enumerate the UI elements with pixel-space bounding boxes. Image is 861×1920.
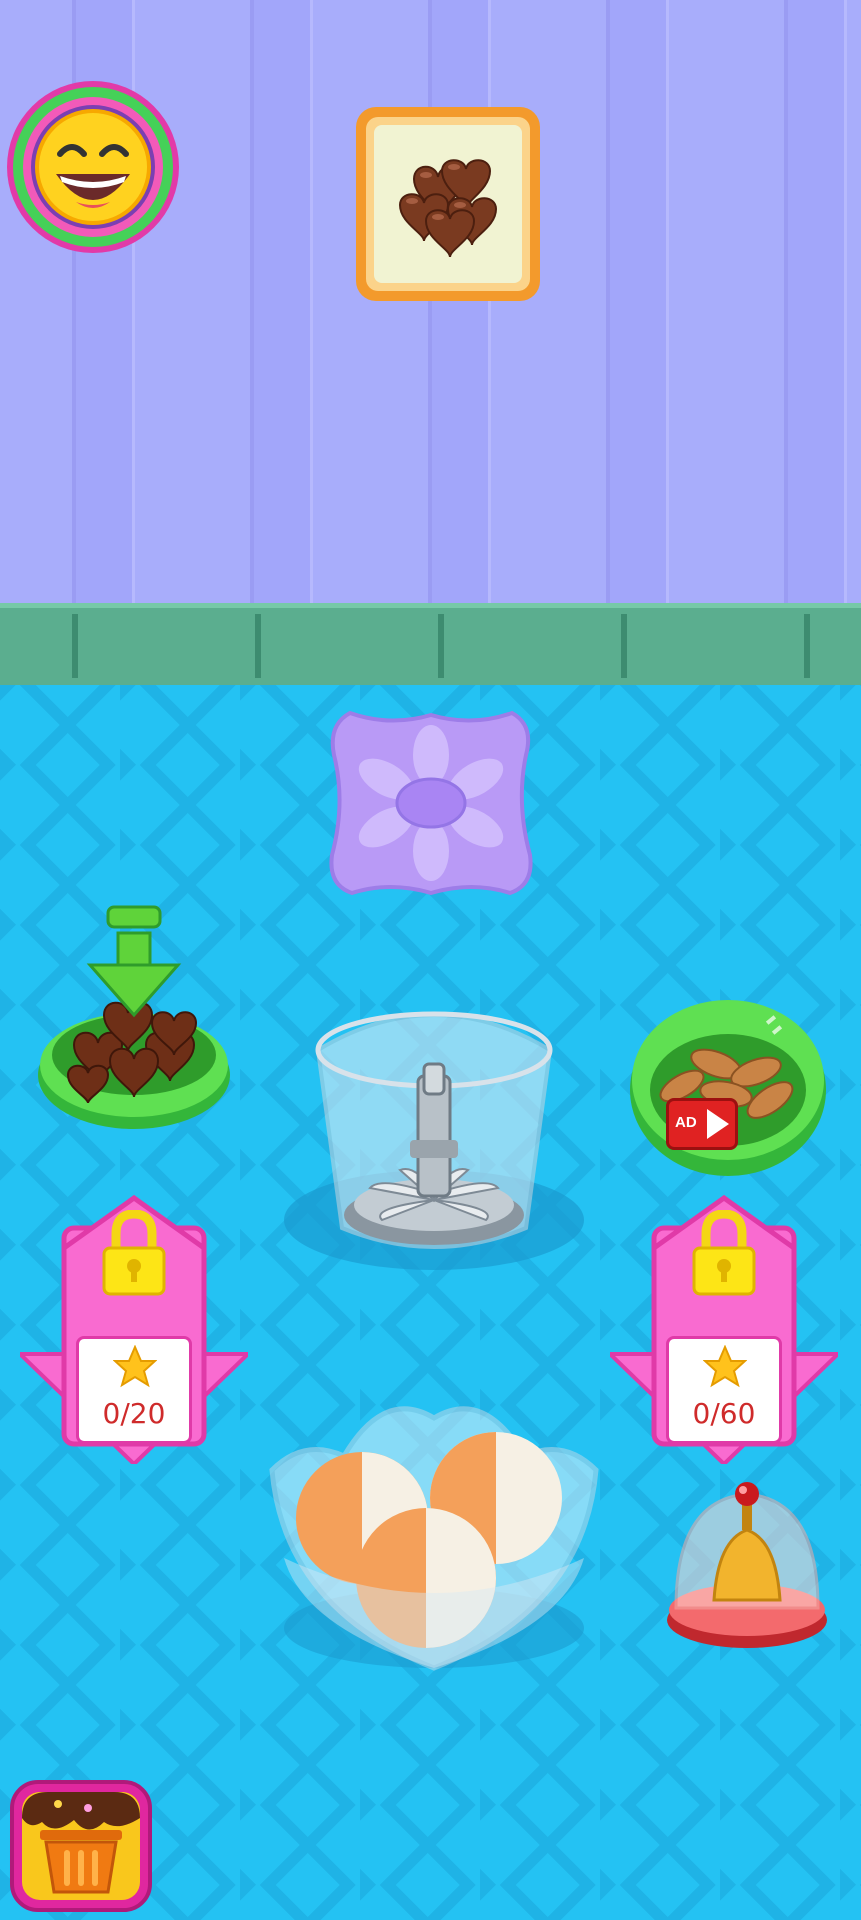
chocolate-hearts-bowl-icon [38, 905, 230, 1129]
green-down-arrow-icon [86, 905, 182, 1018]
chocolate-hearts-order-icon [356, 107, 540, 301]
ice-cream-bowl[interactable] [264, 1378, 604, 1678]
star-requirement-left: 0/20 [102, 1397, 166, 1430]
star-icon [703, 1345, 747, 1388]
customer-mood [4, 78, 182, 256]
chocolate-hearts-bowl[interactable] [34, 905, 234, 1145]
smiley-face-icon [7, 81, 179, 253]
trash-button[interactable] [8, 1778, 154, 1914]
star-icon [113, 1345, 157, 1388]
ad-video-icon[interactable]: AD [666, 1098, 738, 1150]
flower-mold[interactable] [320, 705, 542, 901]
ad-badge-label: AD [675, 1114, 697, 1131]
service-bell-icon [667, 1482, 827, 1648]
padlock-icon [692, 1210, 756, 1296]
blender[interactable] [270, 990, 598, 1275]
almonds-bowl[interactable]: AD [626, 990, 830, 1180]
ice-cream-bowl-icon [269, 1406, 599, 1671]
locked-ingredient-right[interactable]: 0/60 [605, 1188, 843, 1467]
almonds-bowl-icon [630, 1000, 826, 1176]
padlock-icon [102, 1210, 166, 1296]
order-card [354, 105, 542, 303]
play-triangle-icon [707, 1109, 729, 1139]
trash-bin-icon [10, 1780, 152, 1912]
flower-mold-icon [329, 710, 533, 896]
wall-trim [0, 603, 861, 685]
blender-icon [284, 1011, 584, 1270]
star-requirement-right: 0/60 [692, 1397, 756, 1430]
locked-ingredient-left[interactable]: 0/20 [15, 1188, 253, 1467]
service-bell[interactable] [664, 1470, 830, 1650]
